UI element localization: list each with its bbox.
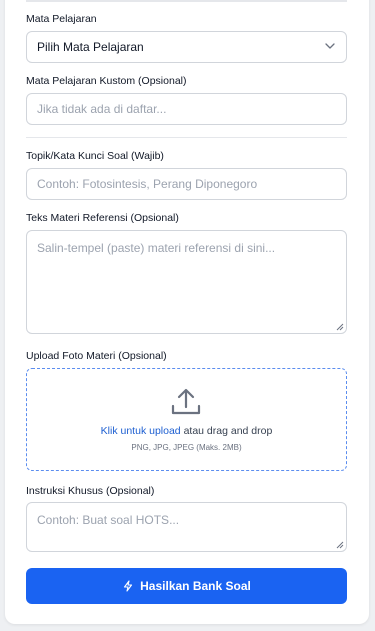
reference-label: Teks Materi Referensi (Opsional) — [26, 212, 179, 224]
topic-input[interactable]: Contoh: Fotosintesis, Perang Diponegoro — [26, 168, 347, 200]
subject-label: Mata Pelajaran — [26, 13, 97, 25]
instructions-textarea[interactable]: Contoh: Buat soal HOTS... — [26, 502, 347, 552]
upload-label: Upload Foto Materi (Opsional) — [26, 350, 167, 362]
upload-link[interactable]: Klik untuk upload — [101, 425, 181, 437]
subject-selected-value: Pilih Mata Pelajaran — [37, 40, 144, 54]
generate-button-label: Hasilkan Bank Soal — [140, 579, 251, 593]
reference-textarea[interactable]: Salin-tempel (paste) materi referensi di… — [26, 230, 347, 334]
chevron-down-icon — [324, 40, 336, 55]
upload-hint: PNG, JPG, JPEG (Maks. 2MB) — [131, 443, 242, 452]
instructions-placeholder: Contoh: Buat soal HOTS... — [37, 513, 180, 527]
section-divider — [26, 137, 347, 138]
custom-subject-label: Mata Pelajaran Kustom (Opsional) — [26, 75, 187, 87]
upload-dropzone[interactable]: Klik untuk upload atau drag and drop PNG… — [26, 368, 347, 471]
upload-rest-text: atau drag and drop — [180, 425, 273, 437]
resize-handle-icon[interactable] — [336, 541, 344, 549]
resize-handle-icon[interactable] — [336, 323, 344, 331]
subject-select[interactable]: Pilih Mata Pelajaran — [26, 31, 347, 63]
upload-instruction: Klik untuk upload atau drag and drop — [27, 425, 346, 437]
top-divider — [26, 0, 347, 2]
topic-label: Topik/Kata Kunci Soal (Wajib) — [26, 150, 164, 162]
lightning-icon — [124, 580, 133, 592]
generate-button[interactable]: Hasilkan Bank Soal — [26, 568, 347, 604]
reference-placeholder: Salin-tempel (paste) materi referensi di… — [37, 241, 276, 255]
upload-icon — [171, 388, 201, 415]
custom-subject-input[interactable]: Jika tidak ada di daftar... — [26, 93, 347, 125]
instructions-label: Instruksi Khusus (Opsional) — [26, 485, 155, 497]
